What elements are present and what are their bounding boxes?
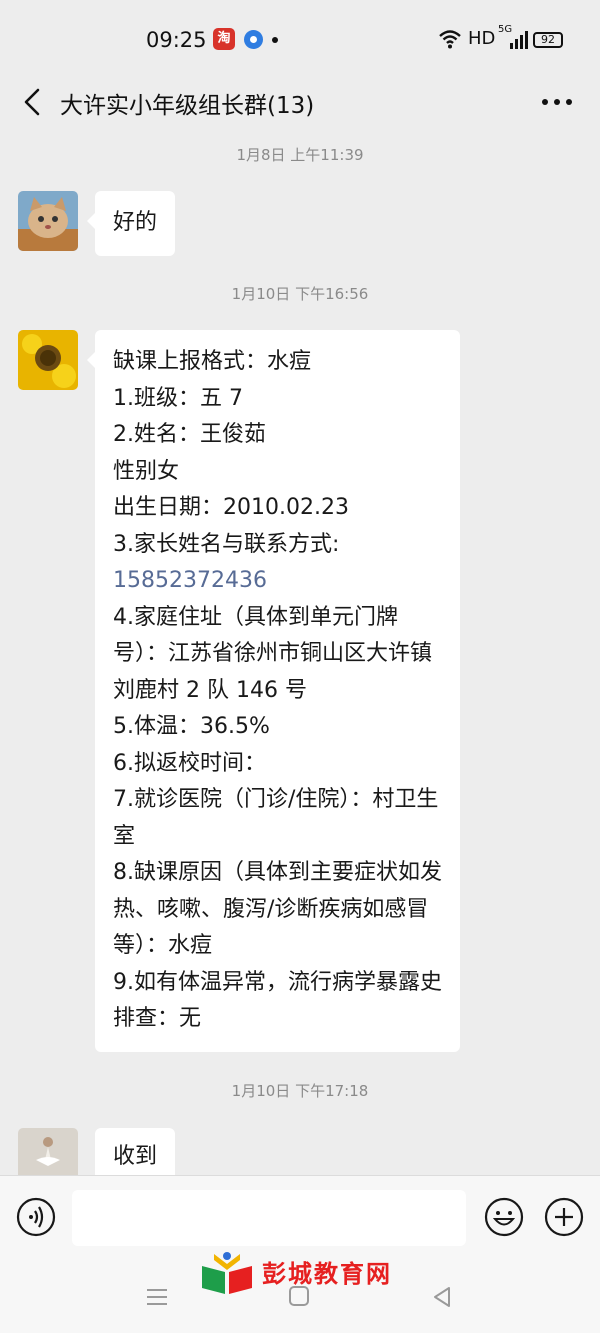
chat-title: 大许实小年级组长群(13) bbox=[60, 93, 315, 119]
message-text: 5.体温：36.5% bbox=[113, 714, 270, 739]
message-text: 3.家长姓名与联系方式: bbox=[113, 531, 340, 557]
back-arrow-icon[interactable] bbox=[18, 84, 46, 120]
back-triangle-icon[interactable] bbox=[430, 1285, 454, 1309]
message-text: 7.就诊医院（门诊/住院）：村卫生 bbox=[113, 787, 439, 812]
message-text: 排查：无 bbox=[113, 1006, 202, 1031]
watermark: 彭城教育网 bbox=[198, 1250, 418, 1300]
more-notifications-icon bbox=[272, 37, 278, 43]
taobao-app-icon: 淘 bbox=[213, 28, 235, 50]
hd-label: HD bbox=[468, 28, 496, 49]
menu-icon[interactable] bbox=[146, 1287, 168, 1307]
message-text: 好的 bbox=[113, 210, 158, 235]
wifi-icon bbox=[439, 30, 461, 49]
voice-icon[interactable] bbox=[16, 1197, 56, 1237]
message-timestamp: 1月10日 下午16:56 bbox=[231, 285, 369, 303]
message-text: 出生日期：2010.02.23 bbox=[113, 495, 349, 520]
message-text: 2.姓名：王俊茹 bbox=[113, 422, 266, 447]
message-timestamp: 1月8日 上午11:39 bbox=[236, 146, 364, 164]
more-dots-icon[interactable] bbox=[540, 90, 574, 114]
message-text: 刘鹿村 2 队 146 号 bbox=[113, 677, 307, 703]
message-text: 号）：江苏省徐州市铜山区大许镇 bbox=[113, 641, 433, 666]
message-bubble[interactable]: 缺课上报格式：水痘 1.班级：五 7 2.姓名：王俊茹 性别女 出生日期：201… bbox=[87, 330, 460, 1052]
message-input[interactable] bbox=[72, 1190, 466, 1246]
signal-icon bbox=[510, 31, 528, 49]
message-text: 室 bbox=[113, 823, 136, 849]
browser-app-icon bbox=[244, 30, 263, 49]
message-bubble[interactable]: 好的 bbox=[86, 191, 176, 256]
emoji-icon[interactable] bbox=[484, 1197, 524, 1237]
message-text: 热、咳嗽、腹泻/诊断疾病如感冒 bbox=[113, 896, 429, 922]
cat-avatar-image bbox=[18, 191, 78, 251]
phone-number-link[interactable]: 15852372436 bbox=[113, 563, 442, 600]
message-text: 1.班级：五 7 bbox=[113, 385, 243, 411]
message-text: 收到 bbox=[113, 1144, 158, 1169]
chat-header: 大许实小年级组长群(13) bbox=[0, 80, 600, 124]
status-bar: 09:25 淘 HD 5G 92 bbox=[0, 0, 600, 80]
message-text: 缺课上报格式：水痘 bbox=[113, 349, 312, 374]
sunflower-avatar-image bbox=[18, 330, 78, 390]
message-text: 9.如有体温异常，流行病学暴露史 bbox=[113, 969, 442, 995]
watermark-logo-icon bbox=[202, 1252, 252, 1294]
message-bubble[interactable]: 收到 bbox=[95, 1128, 176, 1175]
message-text: 性别女 bbox=[113, 458, 180, 484]
watermark-text: 彭城教育网 bbox=[262, 1260, 392, 1288]
message-text: 6.拟返校时间： bbox=[113, 750, 266, 776]
message-text: 等）：水痘 bbox=[113, 933, 213, 958]
avatar[interactable] bbox=[18, 191, 78, 251]
status-time: 09:25 bbox=[146, 28, 207, 52]
avatar[interactable] bbox=[18, 1128, 78, 1175]
message-timestamp: 1月10日 下午17:18 bbox=[231, 1082, 369, 1100]
battery-indicator: 92 bbox=[533, 32, 563, 48]
ballerina-avatar-image bbox=[18, 1128, 78, 1175]
message-text: 8.缺课原因（具体到主要症状如发 bbox=[113, 860, 442, 885]
message-text: 4.家庭住址（具体到单元门牌 bbox=[113, 604, 398, 630]
plus-icon[interactable] bbox=[544, 1197, 584, 1237]
status-indicators: HD 5G 92 bbox=[438, 24, 568, 52]
avatar[interactable] bbox=[18, 330, 78, 390]
